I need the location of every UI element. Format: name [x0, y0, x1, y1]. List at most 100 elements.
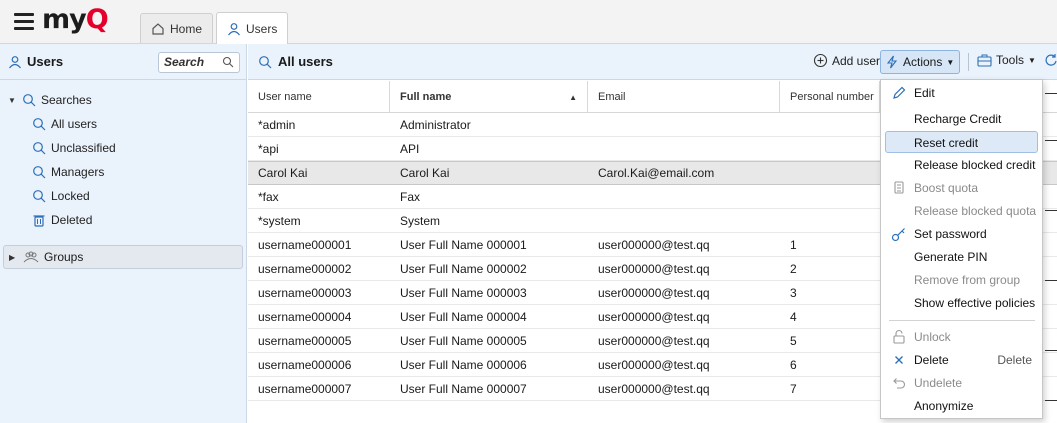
cell-fullname: User Full Name 000001 — [400, 237, 527, 252]
cell-username: username000003 — [258, 285, 352, 300]
menu-item-label: Remove from group — [914, 273, 1021, 287]
menu-item-undelete[interactable]: Undelete — [881, 372, 1042, 394]
hamburger-menu-icon[interactable] — [14, 13, 34, 30]
tab-users[interactable]: Users — [216, 12, 289, 45]
plus-circle-icon — [813, 53, 828, 68]
menu-item-boost-quota[interactable]: Boost quota — [881, 177, 1042, 199]
sidebar-item-label: Managers — [51, 165, 105, 179]
left-panel-title: Users — [27, 54, 64, 69]
caret-right-icon[interactable]: ▶ — [9, 253, 18, 262]
page-title-text: All users — [278, 54, 333, 69]
menu-item-show-effective-policies[interactable]: Show effective policies — [881, 292, 1042, 314]
toolbar-divider — [968, 53, 969, 71]
user-icon — [9, 55, 21, 68]
menu-item-label: Anonymize — [914, 399, 974, 413]
menu-item-unlock[interactable]: Unlock — [881, 326, 1042, 348]
cell-username: username000002 — [258, 261, 352, 276]
menu-item-release-blocked-quota[interactable]: Release blocked quota — [881, 200, 1042, 222]
cell-username: username000001 — [258, 237, 352, 252]
menu-item-label: Recharge Credit — [914, 112, 1002, 126]
sidebar-item-all-users[interactable]: All users — [0, 112, 246, 136]
cell-personal-number: 3 — [790, 285, 797, 300]
search-icon — [33, 190, 46, 203]
column-header-email[interactable]: Email — [588, 81, 780, 113]
cell-fullname: User Full Name 000002 — [400, 261, 527, 276]
sidebar-item-groups[interactable]: ▶ Groups — [3, 245, 243, 269]
cell-username: username000007 — [258, 381, 352, 396]
cell-email: user000000@test.qq — [598, 381, 710, 396]
sidebar-item-deleted[interactable]: Deleted — [0, 208, 246, 232]
sidebar-tree: ▼ Searches All users Unclassified Manage… — [0, 80, 246, 232]
search-icon — [23, 94, 36, 107]
cell-personal-number — [780, 185, 880, 208]
cell-personal-number: 6 — [790, 357, 797, 372]
close-icon — [895, 356, 903, 364]
lightning-icon — [886, 55, 898, 69]
cell-personal-number — [780, 209, 880, 232]
menu-item-label: Boost quota — [914, 181, 979, 195]
search-icon — [33, 166, 46, 179]
sidebar-search-input[interactable]: Search — [158, 52, 240, 73]
search-icon — [259, 55, 272, 68]
boost-quota-icon — [894, 181, 904, 194]
search-icon — [222, 56, 234, 68]
logo-accent: Q — [85, 4, 109, 35]
sidebar-item-managers[interactable]: Managers — [0, 160, 246, 184]
menu-item-edit[interactable]: Edit — [881, 82, 1042, 104]
search-icon — [33, 142, 46, 155]
menu-item-recharge-credit[interactable]: Recharge Credit — [881, 108, 1042, 130]
cell-username: *api — [258, 141, 279, 156]
column-label: Email — [598, 91, 626, 103]
sort-ascending-icon: ▲ — [569, 93, 577, 102]
cell-username: *system — [258, 213, 301, 228]
tab-users-label: Users — [246, 21, 278, 36]
tools-button[interactable]: Tools ▼ — [977, 53, 1036, 67]
menu-item-label: Edit — [914, 86, 935, 100]
menu-divider — [889, 320, 1035, 321]
cell-fullname: User Full Name 000004 — [400, 309, 527, 324]
tab-home[interactable]: Home — [140, 13, 214, 43]
cell-fullname: Carol Kai — [400, 166, 450, 180]
menu-item-anonymize[interactable]: Anonymize — [881, 395, 1042, 417]
menu-item-generate-pin[interactable]: Generate PIN — [881, 246, 1042, 268]
search-label: Search — [164, 55, 205, 69]
cell-username: Carol Kai — [258, 166, 308, 180]
main-toolbar: All users Add user Actions ▼ Tools ▼ — [248, 44, 1057, 80]
column-header-fullname[interactable]: Full name ▲ — [390, 81, 588, 113]
menu-item-label: Set password — [914, 227, 987, 241]
refresh-button[interactable] — [1045, 53, 1057, 67]
sidebar-item-searches[interactable]: ▼ Searches — [0, 88, 246, 112]
page-title: All users — [258, 54, 333, 69]
edge-divider — [1045, 93, 1057, 94]
menu-item-delete[interactable]: Delete Delete — [881, 349, 1042, 371]
sidebar-item-locked[interactable]: Locked — [0, 184, 246, 208]
menu-item-set-password[interactable]: Set password — [881, 223, 1042, 245]
chevron-down-icon: ▼ — [1028, 55, 1036, 65]
cell-fullname: Fax — [400, 189, 421, 204]
add-user-label: Add user — [832, 53, 881, 68]
menu-item-reset-credit[interactable]: Reset credit — [885, 131, 1038, 153]
menu-item-label: Reset credit — [914, 136, 979, 150]
actions-button[interactable]: Actions ▼ — [880, 50, 960, 74]
add-user-button[interactable]: Add user — [813, 53, 880, 68]
menu-item-release-blocked-credit[interactable]: Release blocked credit — [881, 154, 1042, 176]
sidebar-item-label: Searches — [41, 93, 92, 107]
cell-personal-number — [780, 137, 880, 160]
cell-username: *admin — [258, 117, 296, 132]
cell-email — [588, 137, 780, 160]
caret-down-icon[interactable]: ▼ — [8, 96, 17, 105]
cell-fullname: User Full Name 000003 — [400, 285, 527, 300]
cell-email: user000000@test.qq — [598, 333, 710, 348]
cell-personal-number: 7 — [790, 381, 797, 396]
menu-item-remove-from-group[interactable]: Remove from group — [881, 269, 1042, 291]
cell-email: user000000@test.qq — [598, 357, 710, 372]
column-header-personal-number[interactable]: Personal number — [780, 81, 880, 113]
cell-personal-number: 1 — [790, 237, 797, 252]
menu-item-label: Release blocked credit — [914, 158, 1036, 172]
logo-text: my — [42, 4, 87, 35]
column-label: Personal number — [790, 91, 874, 103]
column-header-username[interactable]: User name — [248, 81, 390, 113]
sidebar-item-unclassified[interactable]: Unclassified — [0, 136, 246, 160]
refresh-icon — [1045, 54, 1057, 66]
edge-divider — [1045, 350, 1057, 351]
